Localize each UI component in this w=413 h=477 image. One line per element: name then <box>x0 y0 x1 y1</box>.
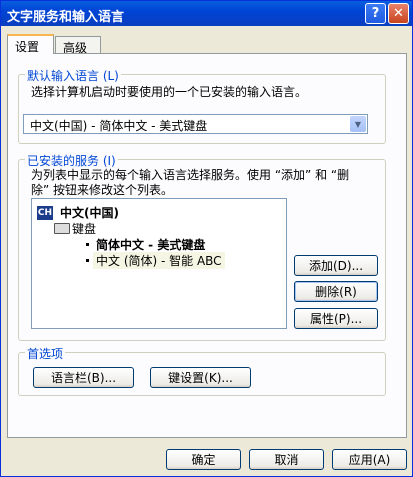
tab-settings[interactable]: 设置 <box>7 34 54 54</box>
apply-button-label: 应用(A) <box>348 453 391 467</box>
tree-service-item[interactable]: 中文 (简体) - 智能 ABC <box>93 252 225 269</box>
keyboard-icon <box>54 223 70 234</box>
remove-button-label: 删除(R) <box>315 285 357 299</box>
default-language-description: 选择计算机启动时要使用的一个已安装的输入语言。 <box>31 85 308 99</box>
tab-advanced[interactable]: 高级 <box>55 36 101 55</box>
installed-services-description-2: 除” 按钮来修改这个列表。 <box>31 183 174 197</box>
key-settings-button-label: 键设置(K)... <box>168 371 233 385</box>
services-tree[interactable]: CH 中文(中国) 键盘 简体中文 - 美式键盘 中文 (简体) - 智能 AB… <box>31 198 287 329</box>
language-bar-button-label: 语言栏(B)... <box>50 371 117 385</box>
tree-service-item[interactable]: 简体中文 - 美式键盘 <box>96 236 205 253</box>
close-button[interactable]: ✕ <box>388 3 409 24</box>
help-button[interactable]: ? <box>365 3 386 24</box>
language-bar-button[interactable]: 语言栏(B)... <box>33 367 134 388</box>
cancel-button[interactable]: 取消 <box>249 449 324 470</box>
preferences-legend: 首选项 <box>25 345 66 362</box>
apply-button[interactable]: 应用(A) <box>332 449 407 470</box>
ok-button-label: 确定 <box>191 453 216 467</box>
title-bar[interactable]: 文字服务和输入语言 ? ✕ <box>1 1 412 26</box>
dialog-window: 文字服务和输入语言 ? ✕ 设置 高级 默认输入语言 (L) 选择计算机启动时要… <box>0 0 413 477</box>
remove-button[interactable]: 删除(R) <box>294 281 378 302</box>
ok-button[interactable]: 确定 <box>166 449 241 470</box>
default-language-legend: 默认输入语言 (L) <box>25 67 121 84</box>
key-settings-button[interactable]: 键设置(K)... <box>150 367 251 388</box>
tree-category-keyboard[interactable]: 键盘 <box>72 220 96 237</box>
default-language-value: 中文(中国) - 简体中文 - 美式键盘 <box>30 119 208 133</box>
close-icon: ✕ <box>393 6 404 21</box>
bullet-icon <box>86 259 89 262</box>
default-language-select[interactable]: 中文(中国) - 简体中文 - 美式键盘 ▼ <box>23 114 368 134</box>
language-badge-icon: CH <box>37 206 53 220</box>
properties-button-label: 属性(P)... <box>309 312 363 326</box>
tab-settings-label: 设置 <box>15 40 40 54</box>
add-button-label: 添加(D)... <box>308 259 364 273</box>
properties-button[interactable]: 属性(P)... <box>294 308 378 329</box>
window-title: 文字服务和输入语言 <box>7 10 125 25</box>
cancel-button-label: 取消 <box>274 453 299 467</box>
add-button[interactable]: 添加(D)... <box>294 255 378 276</box>
help-icon: ? <box>371 6 380 21</box>
bullet-icon <box>86 243 89 246</box>
tree-language-item[interactable]: 中文(中国) <box>60 204 119 221</box>
chevron-down-icon[interactable]: ▼ <box>350 116 366 132</box>
